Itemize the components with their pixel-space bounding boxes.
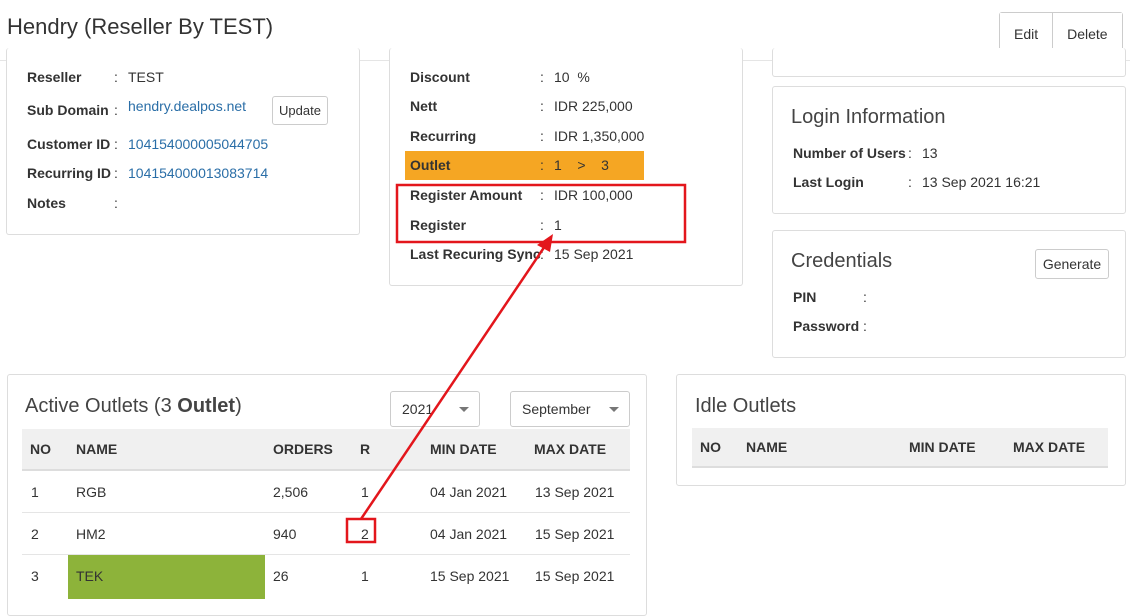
annotation-arrow-line <box>359 245 547 520</box>
annotation-box-r-value <box>345 517 377 544</box>
annotation-overlay <box>345 183 687 544</box>
annotation-box-register <box>395 183 687 244</box>
